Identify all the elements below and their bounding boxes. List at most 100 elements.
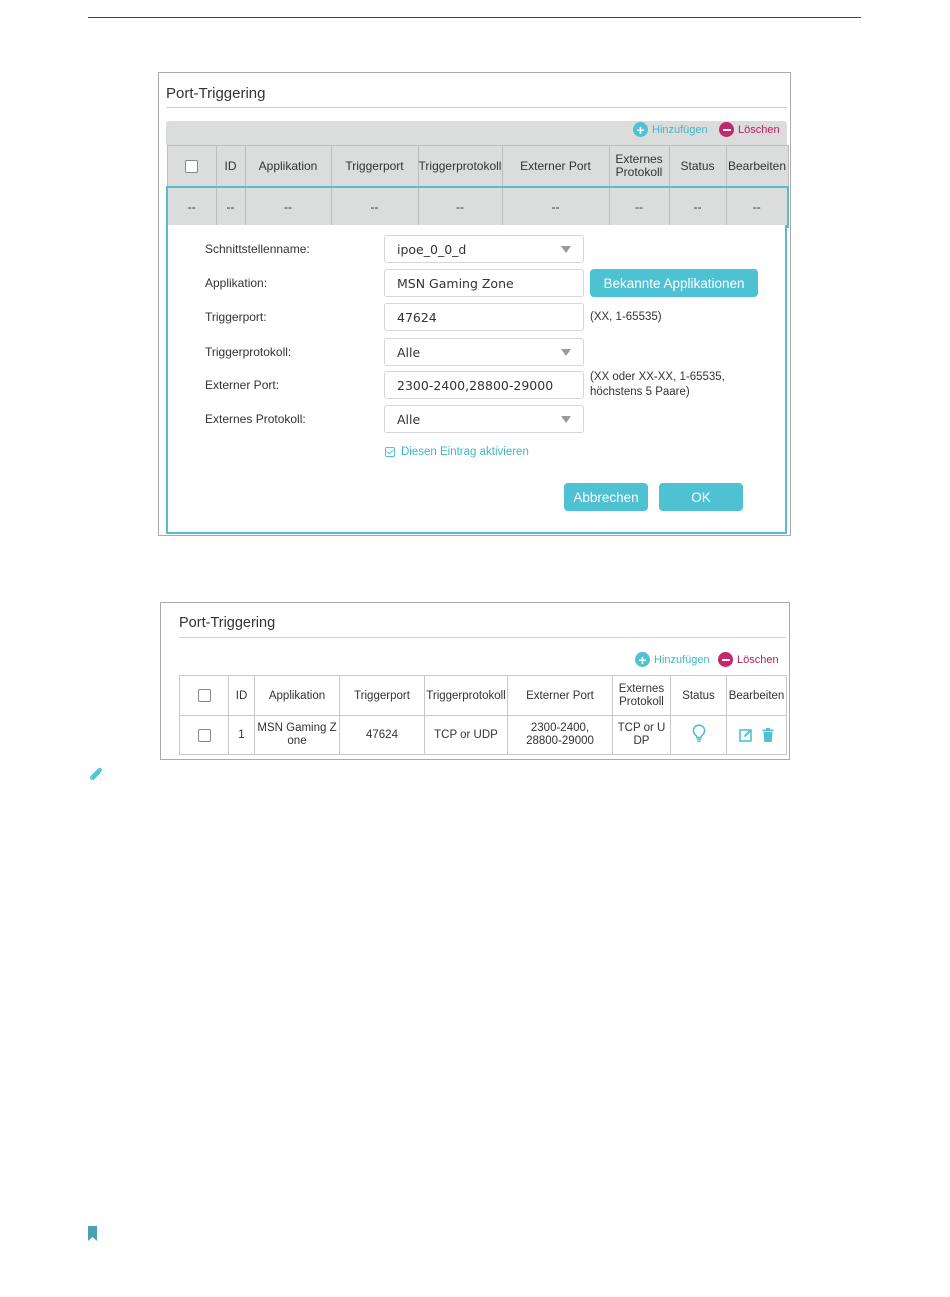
trigger-port-hint: (XX, 1-65535) xyxy=(590,311,662,323)
column-header: Triggerport xyxy=(339,675,425,716)
column-header-label: Externes Protokoll xyxy=(615,152,663,179)
application-line: MSN Gaming Z xyxy=(257,722,337,734)
plus-circle-icon: + xyxy=(635,652,650,667)
chevron-down-icon xyxy=(561,348,571,356)
column-header: Externes Protokoll xyxy=(608,145,670,188)
external-port-line: 2300-2400, xyxy=(530,722,590,734)
column-header: Bearbeiten xyxy=(725,145,789,188)
column-header: Status xyxy=(668,145,727,188)
title-divider xyxy=(166,107,787,108)
external-protocol-select[interactable]: Alle xyxy=(384,405,584,433)
external-port-label: Externer Port: xyxy=(205,378,280,392)
application-label: Applikation: xyxy=(205,276,268,290)
table-header-row: ID Applikation Triggerport Triggerprotok… xyxy=(179,675,787,716)
column-header: ID xyxy=(228,675,255,716)
external-protocol-line: DP xyxy=(633,735,650,747)
lightbulb-icon[interactable] xyxy=(692,724,706,743)
select-all-cell xyxy=(179,675,229,716)
table-cell: -- xyxy=(330,186,419,228)
column-header: Triggerprotokoll xyxy=(424,675,508,716)
trigger-port-cell: 47624 xyxy=(339,715,425,755)
table-cell: -- xyxy=(417,186,503,228)
column-header: Externer Port xyxy=(507,675,613,716)
trigger-protocol-value: Alle xyxy=(397,344,421,360)
external-port-input[interactable]: 2300-2400,28800-29000 xyxy=(384,371,584,399)
plus-circle-icon: + xyxy=(633,122,648,137)
trigger-protocol-label: Triggerprotokoll: xyxy=(205,345,292,359)
trigger-protocol-select[interactable]: Alle xyxy=(384,338,584,366)
select-all-checkbox[interactable] xyxy=(197,689,211,702)
panel-title: Port-Triggering xyxy=(179,615,276,631)
column-header-label: Externes Protokoll xyxy=(618,682,665,708)
column-header: Applikation xyxy=(254,675,340,716)
column-header: Triggerprotokoll xyxy=(417,145,503,188)
external-port-hint-line: höchstens 5 Paare) xyxy=(590,386,690,398)
actions-cell xyxy=(726,715,787,755)
title-divider xyxy=(179,637,786,638)
panel-title: Port-Triggering xyxy=(166,85,266,102)
delete-label: Löschen xyxy=(737,653,779,666)
external-protocol-cell: TCP or U DP xyxy=(612,715,671,755)
application-cell: MSN Gaming Z one xyxy=(254,715,340,755)
external-port-cell: 2300-2400, 28800-29000 xyxy=(507,715,613,755)
interface-value: ipoe_0_0_d xyxy=(397,241,467,257)
enable-entry-checkbox[interactable] xyxy=(385,447,395,457)
application-input[interactable]: MSN Gaming Zone xyxy=(384,269,584,297)
row-select-cell xyxy=(179,715,229,755)
external-protocol-label: Externes Protokoll: xyxy=(205,412,306,426)
enable-entry-row[interactable]: Diesen Eintrag aktivieren xyxy=(385,446,529,458)
minus-circle-icon xyxy=(718,652,733,667)
add-button[interactable]: + Hinzufügen xyxy=(633,122,708,137)
trigger-port-label: Triggerport: xyxy=(205,310,267,324)
delete-button[interactable]: Löschen xyxy=(719,122,780,137)
table-cell: -- xyxy=(215,186,246,228)
add-button[interactable]: + Hinzufügen xyxy=(635,652,710,667)
interface-select[interactable]: ipoe_0_0_d xyxy=(384,235,584,263)
chevron-down-icon xyxy=(561,415,571,423)
external-port-value: 2300-2400,28800-29000 xyxy=(397,377,554,393)
status-cell xyxy=(670,715,727,755)
column-header: Applikation xyxy=(244,145,332,188)
ok-button[interactable]: OK xyxy=(659,483,743,511)
select-all-checkbox[interactable] xyxy=(185,160,198,174)
column-header: Externer Port xyxy=(501,145,610,188)
table-cell: -- xyxy=(725,186,789,228)
cancel-button[interactable]: Abbrechen xyxy=(564,483,648,511)
table-row: 1 MSN Gaming Z one 47624 TCP or UDP 2300… xyxy=(179,715,787,755)
column-header: Bearbeiten xyxy=(726,675,787,716)
top-rule xyxy=(88,17,861,18)
bookmark-icon xyxy=(88,1226,97,1241)
delete-button[interactable]: Löschen xyxy=(718,652,779,667)
table-row-editing: -- -- -- -- -- -- -- -- -- xyxy=(166,186,789,228)
add-label: Hinzufügen xyxy=(652,123,708,136)
trigger-protocol-cell: TCP or UDP xyxy=(424,715,508,755)
row-checkbox[interactable] xyxy=(197,728,211,742)
column-header: Triggerport xyxy=(330,145,419,188)
table-cell: -- xyxy=(244,186,332,228)
column-header: Status xyxy=(670,675,727,716)
external-port-line: 28800-29000 xyxy=(526,735,594,747)
external-protocol-value: Alle xyxy=(397,411,421,427)
application-value: MSN Gaming Zone xyxy=(397,275,514,291)
add-label: Hinzufügen xyxy=(654,653,710,666)
port-triggering-table: ID Applikation Triggerport Triggerprotok… xyxy=(179,675,787,755)
column-header: ID xyxy=(215,145,246,188)
trash-icon[interactable] xyxy=(762,728,774,742)
table-cell: -- xyxy=(668,186,727,228)
delete-label: Löschen xyxy=(738,123,780,136)
table-cell: -- xyxy=(608,186,670,228)
known-applications-button[interactable]: Bekannte Applikationen xyxy=(590,269,758,297)
enable-entry-label: Diesen Eintrag aktivieren xyxy=(401,446,529,458)
column-header: Externes Protokoll xyxy=(612,675,671,716)
table-header-row: ID Applikation Triggerport Triggerprotok… xyxy=(166,145,789,188)
paperclip-icon xyxy=(90,767,102,781)
table-cell: -- xyxy=(501,186,610,228)
external-protocol-line: TCP or U xyxy=(617,722,666,734)
chevron-down-icon xyxy=(561,245,571,253)
trigger-port-input[interactable]: 47624 xyxy=(384,303,584,331)
edit-icon[interactable] xyxy=(739,728,753,742)
port-triggering-table: ID Applikation Triggerport Triggerprotok… xyxy=(166,145,789,228)
application-line: one xyxy=(287,735,307,747)
external-port-hint-line: (XX oder XX-XX, 1-65535, xyxy=(590,371,725,383)
table-cell: -- xyxy=(166,186,217,228)
